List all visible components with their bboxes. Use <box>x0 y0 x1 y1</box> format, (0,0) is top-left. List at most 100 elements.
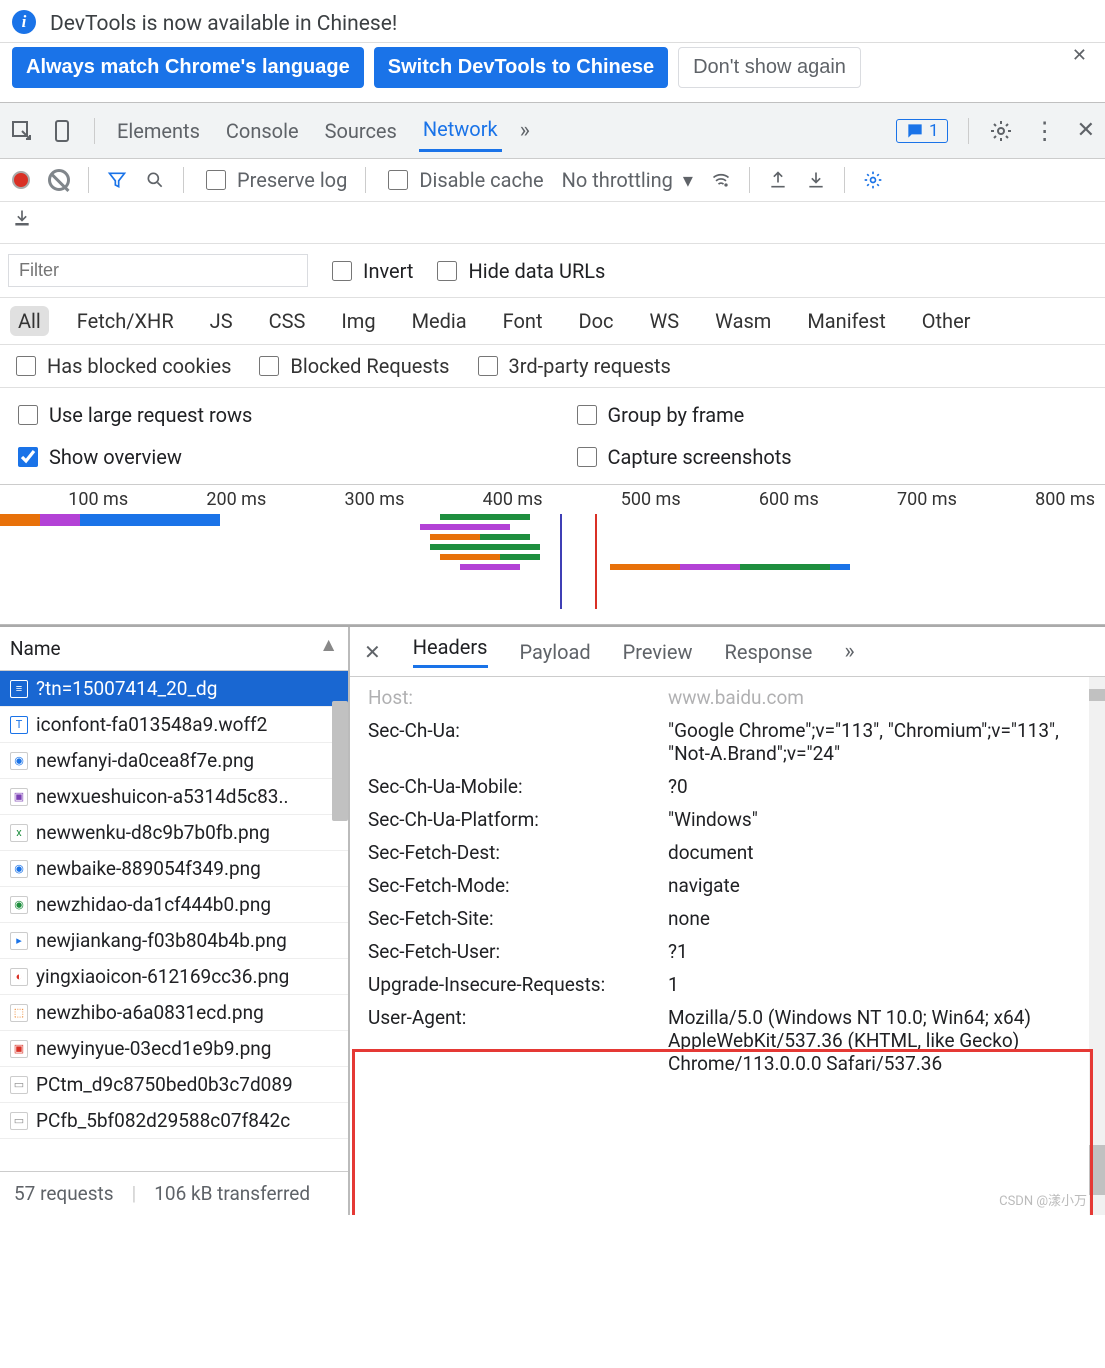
filter-icon[interactable] <box>107 170 127 190</box>
type-doc[interactable]: Doc <box>571 306 622 336</box>
settings-grid: Use large request rows Group by frame Sh… <box>0 388 1105 485</box>
type-manifest[interactable]: Manifest <box>799 306 893 336</box>
separator <box>749 167 750 193</box>
wifi-icon[interactable] <box>711 170 731 190</box>
type-all[interactable]: All <box>10 306 49 336</box>
request-row[interactable]: ◉newzhidao-da1cf444b0.png <box>0 887 348 923</box>
search-icon[interactable] <box>145 170 165 190</box>
tab-sources[interactable]: Sources <box>321 111 401 151</box>
type-other[interactable]: Other <box>914 306 979 336</box>
tick: 400 ms <box>414 489 552 510</box>
use-large-label: Use large request rows <box>49 403 252 427</box>
request-row[interactable]: Ticonfont-fa013548a9.woff2 <box>0 707 348 743</box>
kebab-icon[interactable]: ⋮ <box>1033 117 1057 145</box>
switch-language-button[interactable]: Switch DevTools to Chinese <box>374 47 668 88</box>
group-frame-label: Group by frame <box>608 403 745 427</box>
match-language-button[interactable]: Always match Chrome's language <box>12 47 364 88</box>
clear-button[interactable] <box>48 169 70 191</box>
close-detail-icon[interactable]: ✕ <box>364 640 381 664</box>
messages-badge[interactable]: 1 <box>896 119 948 143</box>
request-name: newfanyi-da0cea8f7e.png <box>36 749 254 772</box>
record-button[interactable] <box>12 171 30 189</box>
name-column-header[interactable]: Name ▲ <box>0 627 348 671</box>
request-name: newjiankang-f03b804b4b.png <box>36 929 287 952</box>
has-blocked-cookies-checkbox[interactable]: Has blocked cookies <box>12 353 231 379</box>
inspect-icon[interactable] <box>10 119 34 143</box>
hide-data-urls-checkbox[interactable]: Hide data URLs <box>433 258 605 284</box>
show-overview-checkbox[interactable]: Show overview <box>14 444 533 470</box>
tick: 500 ms <box>553 489 691 510</box>
tab-network[interactable]: Network <box>419 109 502 152</box>
type-js[interactable]: JS <box>202 306 241 336</box>
request-row[interactable]: ▣newyinyue-03ecd1e9b9.png <box>0 1031 348 1067</box>
font-icon: T <box>10 716 28 734</box>
header-key: Sec-Ch-Ua-Platform: <box>368 808 668 831</box>
header-key: Sec-Ch-Ua-Mobile: <box>368 775 668 798</box>
header-value: Mozilla/5.0 (Windows NT 10.0; Win64; x64… <box>668 1006 1087 1075</box>
separator <box>183 167 184 193</box>
use-large-rows-checkbox[interactable]: Use large request rows <box>14 402 533 428</box>
type-img[interactable]: Img <box>333 306 383 336</box>
device-icon[interactable] <box>52 119 76 143</box>
type-css[interactable]: CSS <box>261 306 314 336</box>
third-party-label: 3rd-party requests <box>509 354 671 378</box>
scrollbar-thumb[interactable] <box>1089 1145 1105 1195</box>
scrollbar-arrow[interactable] <box>1089 689 1105 701</box>
header-key: Sec-Fetch-Dest: <box>368 841 668 864</box>
upload-icon[interactable] <box>768 170 788 190</box>
invert-checkbox[interactable]: Invert <box>328 258 413 284</box>
dismiss-button[interactable]: Don't show again <box>678 47 861 88</box>
type-wasm[interactable]: Wasm <box>707 306 779 336</box>
blocked-requests-label: Blocked Requests <box>290 354 449 378</box>
download-icon[interactable] <box>806 170 826 190</box>
preserve-log-checkbox[interactable]: Preserve log <box>202 167 347 193</box>
doc-icon: ≡ <box>10 680 28 698</box>
request-row[interactable]: ▭PCtm_d9c8750bed0b3c7d089 <box>0 1067 348 1103</box>
tick: 200 ms <box>138 489 276 510</box>
download-har-icon[interactable] <box>12 208 32 228</box>
hide-data-urls-label: Hide data URLs <box>468 259 605 283</box>
capture-screenshots-checkbox[interactable]: Capture screenshots <box>573 444 1092 470</box>
tab-headers[interactable]: Headers <box>413 635 488 668</box>
tab-payload[interactable]: Payload <box>520 640 591 664</box>
third-party-checkbox[interactable]: 3rd-party requests <box>474 353 671 379</box>
request-row[interactable]: ⬚newzhibo-a6a0831ecd.png <box>0 995 348 1031</box>
tab-preview[interactable]: Preview <box>623 640 693 664</box>
request-count: 57 requests <box>14 1182 114 1205</box>
request-row[interactable]: ▭PCfb_5bf082d29588c07f842c <box>0 1103 348 1139</box>
tab-console[interactable]: Console <box>222 111 303 151</box>
throttling-select[interactable]: No throttling ▾ <box>562 168 693 192</box>
type-fetch[interactable]: Fetch/XHR <box>69 306 182 336</box>
type-media[interactable]: Media <box>404 306 475 336</box>
request-name: newzhidao-da1cf444b0.png <box>36 893 271 916</box>
tab-response[interactable]: Response <box>725 640 813 664</box>
close-devtools-icon[interactable]: ✕ <box>1077 118 1095 143</box>
timeline-overview[interactable]: 100 ms 200 ms 300 ms 400 ms 500 ms 600 m… <box>0 485 1105 625</box>
group-by-frame-checkbox[interactable]: Group by frame <box>573 402 1092 428</box>
request-row[interactable]: ◐yingxiaoicon-612169cc36.png <box>0 959 348 995</box>
scrollbar-thumb[interactable] <box>332 701 348 821</box>
request-row[interactable]: ◉newfanyi-da0cea8f7e.png <box>0 743 348 779</box>
type-ws[interactable]: WS <box>642 306 688 336</box>
gear-icon[interactable] <box>989 119 1013 143</box>
more-tabs-icon[interactable]: » <box>844 639 854 664</box>
request-row[interactable]: ▸newjiankang-f03b804b4b.png <box>0 923 348 959</box>
tab-elements[interactable]: Elements <box>113 111 204 151</box>
filter-input[interactable] <box>8 254 308 287</box>
close-icon[interactable]: ✕ <box>1072 45 1087 66</box>
infobar-buttons: Always match Chrome's language Switch De… <box>0 43 1105 103</box>
more-tabs-icon[interactable]: » <box>520 118 530 143</box>
request-row[interactable]: ▣newxueshuicon-a5314d5c83.. <box>0 779 348 815</box>
request-row[interactable]: xnewwenku-d8c9b7b0fb.png <box>0 815 348 851</box>
network-settings-icon[interactable] <box>863 170 883 190</box>
image-icon: x <box>10 824 28 842</box>
request-list[interactable]: ≡?tn=15007414_20_dg Ticonfont-fa013548a9… <box>0 671 348 1171</box>
blocked-requests-checkbox[interactable]: Blocked Requests <box>255 353 449 379</box>
headers-content[interactable]: Host:www.baidu.com Sec-Ch-Ua:"Google Chr… <box>350 677 1105 1215</box>
request-row[interactable]: ◉newbaike-889054f349.png <box>0 851 348 887</box>
disable-cache-checkbox[interactable]: Disable cache <box>384 167 543 193</box>
type-font[interactable]: Font <box>495 306 551 336</box>
request-row[interactable]: ≡?tn=15007414_20_dg <box>0 671 348 707</box>
scrollbar-track[interactable] <box>1089 677 1105 1215</box>
tick: 700 ms <box>829 489 967 510</box>
